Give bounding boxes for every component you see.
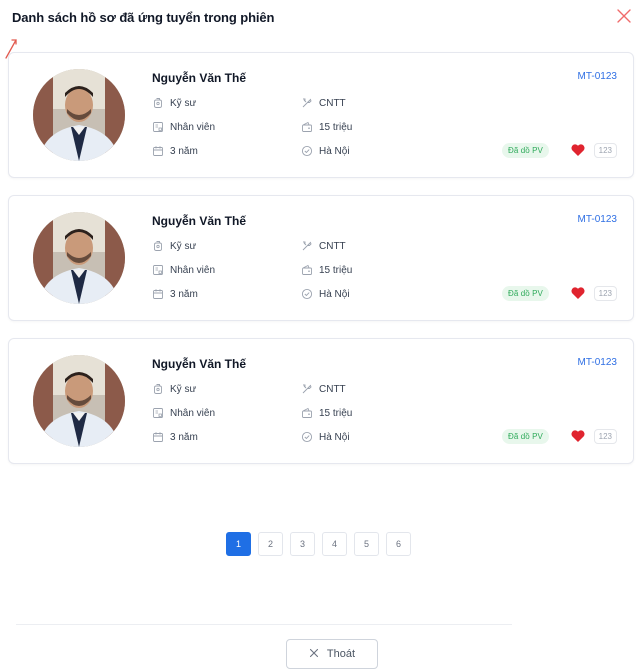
location-info: Hà Nội [301, 144, 350, 158]
status-badge: Đã dồ PV [501, 429, 549, 444]
tools-icon [301, 240, 313, 252]
badge-icon [152, 240, 164, 252]
position-info: Kỹ sư [152, 382, 196, 396]
candidate-code-link[interactable]: MT-0123 [578, 214, 617, 225]
position-text: Kỹ sư [170, 383, 197, 395]
check-circle-icon [301, 288, 313, 300]
tools-icon [301, 383, 313, 395]
salary-text: 15 triệu [319, 121, 353, 133]
candidate-card[interactable]: Nguyễn Văn Thế MT-0123 Kỹ sư Nhân viên 3… [8, 338, 634, 464]
footer-divider [16, 624, 512, 625]
level-text: Nhân viên [170, 407, 216, 419]
candidate-name: Nguyễn Văn Thế [152, 214, 247, 228]
calendar-icon [152, 145, 164, 157]
page-button-1[interactable]: 1 [226, 532, 251, 556]
salary-text: 15 triệu [319, 407, 353, 419]
level-text: Nhân viên [170, 121, 216, 133]
candidate-code-link[interactable]: MT-0123 [578, 357, 617, 368]
position-text: Kỹ sư [170, 97, 197, 109]
avatar [33, 355, 125, 447]
candidate-list: Nguyễn Văn Thế MT-0123 Kỹ sư Nhân viên 3… [8, 52, 634, 481]
badge-icon [152, 97, 164, 109]
badge-icon [152, 383, 164, 395]
pagination: 1 2 3 4 5 6 [226, 532, 411, 556]
experience-info: 3 năm [152, 430, 198, 444]
salary-info: 15 triệu [301, 263, 352, 277]
experience-text: 3 năm [170, 431, 198, 443]
candidate-code-link[interactable]: MT-0123 [578, 71, 617, 82]
check-circle-icon [301, 431, 313, 443]
check-circle-icon [301, 145, 313, 157]
status-badge: Đã dồ PV [501, 286, 549, 301]
like-count: 123 [593, 143, 617, 158]
id-card-icon [152, 407, 164, 419]
candidate-name: Nguyễn Văn Thế [152, 357, 247, 371]
page-button-5[interactable]: 5 [354, 532, 379, 556]
experience-text: 3 năm [170, 145, 198, 157]
id-card-icon [152, 264, 164, 276]
avatar [33, 212, 125, 304]
avatar [33, 69, 125, 161]
salary-text: 15 triệu [319, 264, 353, 276]
calendar-icon [152, 288, 164, 300]
field-text: CNTT [319, 97, 346, 109]
id-card-icon [152, 121, 164, 133]
location-info: Hà Nội [301, 287, 350, 301]
position-info: Kỹ sư [152, 239, 196, 253]
close-icon[interactable] [614, 6, 634, 26]
page-button-4[interactable]: 4 [322, 532, 347, 556]
candidate-card[interactable]: Nguyễn Văn Thế MT-0123 Kỹ sư Nhân viên 3… [8, 52, 634, 178]
level-info: Nhân viên [152, 120, 215, 134]
level-text: Nhân viên [170, 264, 216, 276]
calendar-icon [152, 431, 164, 443]
page-button-3[interactable]: 3 [290, 532, 315, 556]
location-text: Hà Nội [319, 288, 350, 300]
field-info: CNTT [301, 382, 346, 396]
position-info: Kỹ sư [152, 96, 196, 110]
salary-info: 15 triệu [301, 120, 352, 134]
tools-icon [301, 97, 313, 109]
field-info: CNTT [301, 239, 346, 253]
exit-button-label: Thoát [326, 648, 356, 660]
x-icon [309, 648, 319, 661]
level-info: Nhân viên [152, 263, 215, 277]
modal-title: Danh sách hồ sơ đã ứng tuyển trong phiên [12, 10, 275, 25]
wallet-icon [301, 407, 313, 419]
heart-icon[interactable] [570, 142, 586, 158]
heart-icon[interactable] [570, 428, 586, 444]
location-info: Hà Nội [301, 430, 350, 444]
heart-icon[interactable] [570, 285, 586, 301]
level-info: Nhân viên [152, 406, 215, 420]
wallet-icon [301, 121, 313, 133]
status-badge: Đã dồ PV [501, 143, 549, 158]
modal-header: Danh sách hồ sơ đã ứng tuyển trong phiên [0, 0, 640, 44]
location-text: Hà Nội [319, 145, 350, 157]
page-button-2[interactable]: 2 [258, 532, 283, 556]
exit-button[interactable]: Thoát [286, 639, 378, 669]
experience-info: 3 năm [152, 144, 198, 158]
salary-info: 15 triệu [301, 406, 352, 420]
location-text: Hà Nội [319, 431, 350, 443]
field-text: CNTT [319, 240, 346, 252]
experience-text: 3 năm [170, 288, 198, 300]
like-count: 123 [593, 286, 617, 301]
like-count: 123 [593, 429, 617, 444]
field-text: CNTT [319, 383, 346, 395]
field-info: CNTT [301, 96, 346, 110]
candidate-name: Nguyễn Văn Thế [152, 71, 247, 85]
wallet-icon [301, 264, 313, 276]
experience-info: 3 năm [152, 287, 198, 301]
page-button-6[interactable]: 6 [386, 532, 411, 556]
position-text: Kỹ sư [170, 240, 197, 252]
candidate-card[interactable]: Nguyễn Văn Thế MT-0123 Kỹ sư Nhân viên 3… [8, 195, 634, 321]
